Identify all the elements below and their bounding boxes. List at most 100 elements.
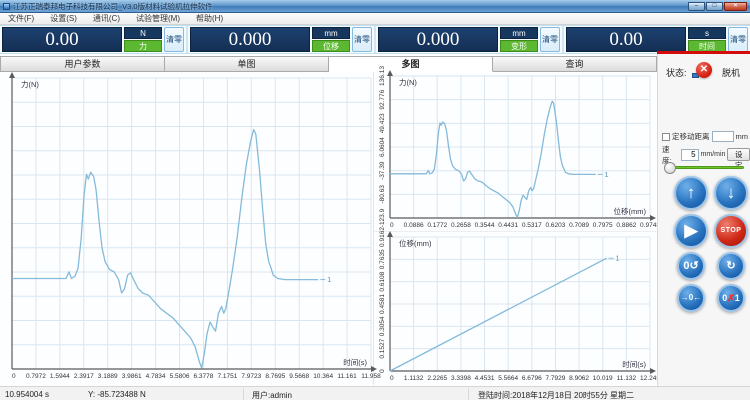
svg-text:0.7975: 0.7975 <box>593 222 613 229</box>
svg-text:10.019: 10.019 <box>593 375 613 382</box>
svg-text:1: 1 <box>605 172 609 179</box>
fixed-distance-label: 定移动距离 <box>672 131 710 142</box>
fixed-distance-unit: mm <box>736 132 749 141</box>
down-arrow-icon: ↓ <box>727 183 736 202</box>
red-x-icon: ✗ <box>727 293 735 303</box>
svg-text:位移(mm): 位移(mm) <box>614 206 647 216</box>
svg-text:1.1132: 1.1132 <box>404 375 424 382</box>
speed-slider[interactable] <box>664 166 744 169</box>
fixed-distance-row: 定移动距离 mm <box>662 130 750 143</box>
svg-text:-37.39: -37.39 <box>379 161 386 180</box>
svg-text:时间(s): 时间(s) <box>343 357 367 367</box>
svg-text:0.2658: 0.2658 <box>451 222 471 229</box>
statusbar-force: Y: -85.723488 N <box>88 390 146 399</box>
statusbar-divider <box>468 388 469 400</box>
statusbar-divider <box>243 388 244 400</box>
return-icon: ↻ <box>726 260 735 272</box>
svg-text:0.4431: 0.4431 <box>498 222 518 229</box>
svg-text:2.2265: 2.2265 <box>427 375 447 382</box>
svg-text:0.6203: 0.6203 <box>546 222 566 229</box>
speed-row: 速度: mm/min 设定 <box>662 147 750 162</box>
zero-one-icon: 0✗1 <box>722 293 740 303</box>
statusbar-login-time: 登陆时间:2018年12月18日 20时55分 星期二 <box>478 390 634 400</box>
svg-text:0.1772: 0.1772 <box>427 222 447 229</box>
stop-button[interactable]: STOP <box>714 214 748 248</box>
svg-text:0.7972: 0.7972 <box>26 373 46 380</box>
svg-text:1: 1 <box>327 277 331 284</box>
svg-text:6.6796: 6.6796 <box>522 375 542 382</box>
svg-text:4.7834: 4.7834 <box>146 373 166 380</box>
svg-text:4.4531: 4.4531 <box>475 375 495 382</box>
svg-text:0: 0 <box>390 375 394 382</box>
svg-text:0.0886: 0.0886 <box>404 222 424 229</box>
zeroing-button[interactable]: →0← <box>677 284 705 312</box>
svg-text:0: 0 <box>12 373 16 380</box>
play-icon: ▶ <box>684 221 697 240</box>
svg-text:2.3917: 2.3917 <box>74 373 94 380</box>
svg-text:10.364: 10.364 <box>313 373 333 380</box>
jog-down-button[interactable]: ↓ <box>714 176 748 210</box>
speed-set-button[interactable]: 设定 <box>727 148 750 161</box>
svg-text:9.5668: 9.5668 <box>289 373 309 380</box>
svg-text:0.4581: 0.4581 <box>379 294 386 314</box>
calibrate-button[interactable]: 0✗1 <box>717 284 745 312</box>
svg-text:力(N): 力(N) <box>21 79 39 89</box>
svg-text:8.7695: 8.7695 <box>265 373 285 380</box>
run-button[interactable]: ▶ <box>674 214 708 248</box>
speed-input[interactable] <box>681 149 699 161</box>
return-to-zero-button[interactable]: 0↺ <box>677 252 705 280</box>
fixed-distance-input[interactable] <box>712 131 734 142</box>
svg-text:位移(mm): 位移(mm) <box>399 238 432 248</box>
status-bar: 10.954004 s Y: -85.723488 N 用户:admin 登陆时… <box>0 386 750 400</box>
svg-text:1: 1 <box>616 256 620 263</box>
svg-text:0.7089: 0.7089 <box>569 222 589 229</box>
svg-text:0.3544: 0.3544 <box>475 222 495 229</box>
svg-text:7.7929: 7.7929 <box>546 375 566 382</box>
status-label: 状态: <box>666 66 687 79</box>
application-window: 江苏正瑞泰邦电子科技有限公司_V3.0版材料试验机拉伸软件 – □ ✕ 文件(F… <box>0 0 750 400</box>
statusbar-user: 用户:admin <box>252 390 292 400</box>
svg-text:0.8862: 0.8862 <box>616 222 636 229</box>
fixed-distance-checkbox[interactable] <box>662 133 670 141</box>
svg-text:6.0604: 6.0604 <box>379 137 386 157</box>
svg-text:力(N): 力(N) <box>399 77 417 87</box>
svg-text:8.9062: 8.9062 <box>569 375 589 382</box>
svg-text:3.1889: 3.1889 <box>98 373 118 380</box>
svg-text:1.5944: 1.5944 <box>50 373 70 380</box>
svg-text:0: 0 <box>390 222 394 229</box>
svg-text:6.3778: 6.3778 <box>194 373 214 380</box>
svg-text:7.1751: 7.1751 <box>217 373 237 380</box>
svg-text:92.776: 92.776 <box>379 89 386 109</box>
control-panel: 状态: ✕ 脱机 定移动距离 mm 速度: mm/min 设定 ↑ ↓ ▶ ST… <box>657 54 750 386</box>
svg-text:11.132: 11.132 <box>617 375 637 382</box>
svg-text:11.958: 11.958 <box>361 373 381 380</box>
status-value: 脱机 <box>722 66 740 79</box>
machine-status-row: 状态: ✕ 脱机 <box>666 62 750 80</box>
svg-text:11.161: 11.161 <box>337 373 357 380</box>
return-zero-icon: 0↺ <box>683 260 698 272</box>
svg-text:0.6108: 0.6108 <box>379 271 386 291</box>
jog-up-button[interactable]: ↑ <box>674 176 708 210</box>
svg-text:136.13: 136.13 <box>379 66 386 86</box>
svg-text:0.9162: 0.9162 <box>379 227 386 247</box>
speed-unit: mm/min <box>701 151 726 158</box>
svg-text:49.423: 49.423 <box>379 113 386 133</box>
svg-text:时间(s): 时间(s) <box>622 359 646 369</box>
stop-icon: STOP <box>721 227 742 234</box>
statusbar-time: 10.954004 s <box>5 390 49 399</box>
svg-text:0.1527: 0.1527 <box>379 338 386 358</box>
svg-text:3.3398: 3.3398 <box>451 375 471 382</box>
zero-in-icon: →0← <box>681 293 701 302</box>
chart-area: 0 0.7972 1.5944 2.3917 3.1889 3.9861 4.7834 5.5… <box>0 72 657 386</box>
svg-text:-80.63: -80.63 <box>379 185 386 204</box>
slider-handle[interactable] <box>664 162 676 174</box>
offline-x-icon: ✕ <box>696 62 712 78</box>
return-button[interactable]: ↻ <box>717 252 745 280</box>
svg-text:0: 0 <box>379 369 386 373</box>
svg-text:5.5806: 5.5806 <box>170 373 190 380</box>
svg-text:-123.9: -123.9 <box>379 208 386 227</box>
svg-text:0.3054: 0.3054 <box>379 316 386 336</box>
svg-text:3.9861: 3.9861 <box>122 373 142 380</box>
svg-text:5.5664: 5.5664 <box>498 375 518 382</box>
up-arrow-icon: ↑ <box>687 183 696 202</box>
